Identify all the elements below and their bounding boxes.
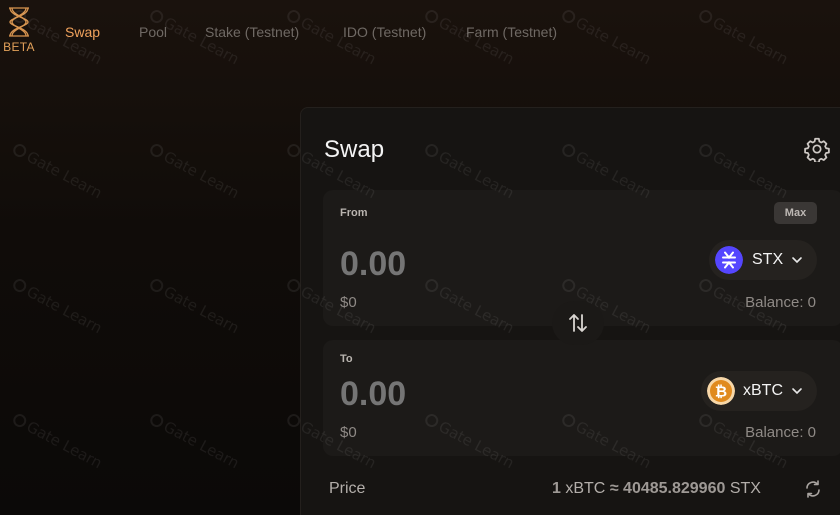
watermark-g-icon [10,141,29,160]
watermark-text: Gate Learn [10,410,106,473]
to-token-name: xBTC [743,382,783,399]
watermark-text: Gate Learn [10,140,106,203]
from-token-selector[interactable]: STX [709,240,817,280]
watermark-g-icon [147,276,166,295]
to-usd-value: $0 [340,424,357,441]
refresh-icon[interactable] [803,479,823,499]
watermark-text: Gate Learn [147,140,243,203]
to-balance: Balance: 0 [745,424,816,441]
from-amount-input[interactable] [340,245,540,284]
switch-tokens-button[interactable] [552,301,604,345]
swap-vertical-arrows-icon [569,314,587,332]
watermark-text: Gate Learn [147,275,243,338]
to-token-selector[interactable]: ₿ xBTC [701,371,817,411]
max-button[interactable]: Max [774,202,817,224]
beta-badge: BETA [3,40,35,54]
swap-card: Swap From Max $0 STX Balance: 0 [300,107,840,515]
watermark-label: Gate Learn [160,147,243,203]
price-rhs-token: STX [729,480,761,497]
watermark-label: Gate Learn [23,417,106,473]
from-usd-value: $0 [340,294,357,311]
nav-item-stake[interactable]: Stake (Testnet) [205,24,299,40]
top-nav-bar: BETA Swap Pool Stake (Testnet) IDO (Test… [0,0,840,64]
from-token-name: STX [752,251,784,268]
to-amount-input[interactable] [340,375,540,414]
xbtc-token-icon: ₿ [707,377,735,405]
watermark-g-icon [147,411,166,430]
from-label: From [340,207,368,219]
hourglass-logo-icon [9,7,29,37]
price-label: Price [329,480,366,497]
watermark-label: Gate Learn [160,282,243,338]
watermark-text: Gate Learn [147,410,243,473]
from-balance: Balance: 0 [745,294,816,311]
watermark-text: Gate Learn [10,275,106,338]
watermark-label: Gate Learn [23,147,106,203]
price-lhs-amount: 1 [552,480,561,497]
watermark-g-icon [147,141,166,160]
price-rhs-amount: 40485.829960 [623,480,726,497]
swap-title: Swap [324,136,385,163]
to-panel: To $0 ₿ xBTC Balance: 0 [323,340,840,456]
to-label: To [340,353,353,365]
svg-text:₿: ₿ [715,383,727,401]
stx-token-icon [715,246,743,274]
nav-item-pool[interactable]: Pool [139,24,167,40]
price-lhs-token: xBTC [565,480,606,497]
watermark-label: Gate Learn [23,282,106,338]
price-row: Price 1 xBTC ≈ 40485.829960 STX [301,478,840,502]
price-value: 1 xBTC ≈ 40485.829960 STX [552,480,761,498]
watermark-label: Gate Learn [160,417,243,473]
price-approx-sign: ≈ [609,480,619,497]
nav-item-swap[interactable]: Swap [65,24,100,40]
watermark-g-icon [10,276,29,295]
watermark-g-icon [10,411,29,430]
chevron-down-icon [792,388,802,395]
app-logo[interactable]: BETA [3,6,35,54]
nav-item-ido[interactable]: IDO (Testnet) [343,24,426,40]
nav-item-farm[interactable]: Farm (Testnet) [466,24,557,40]
chevron-down-icon [792,257,802,264]
gear-icon[interactable] [804,136,830,162]
